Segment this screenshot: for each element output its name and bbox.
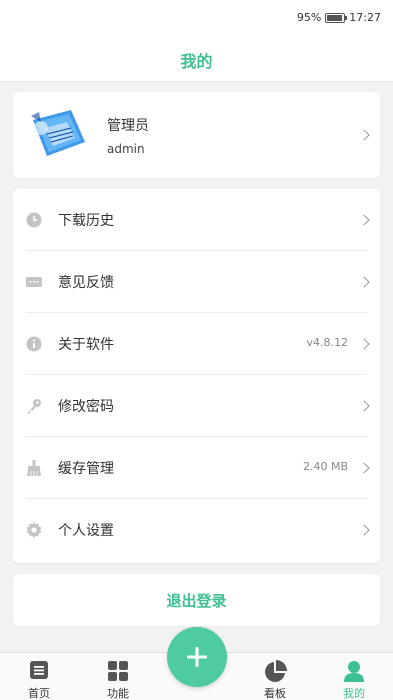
cache-size-value: 2.40 MB: [302, 460, 348, 473]
tab-functions[interactable]: 功能: [88, 657, 148, 700]
menu-item-label: 意见反馈: [58, 275, 114, 291]
tab-label: 首页: [28, 687, 50, 700]
chevron-right-icon: [358, 129, 370, 141]
logout-label: 退出登录: [166, 591, 227, 610]
profile-username: admin: [107, 142, 145, 156]
version-value: v4.8.12: [306, 336, 349, 349]
profile-name: 管理员: [107, 118, 149, 134]
tab-home[interactable]: 首页: [9, 657, 69, 700]
home-icon: [30, 661, 48, 679]
message-icon: [26, 277, 42, 287]
tab-label: 看板: [264, 687, 286, 700]
page-title: 我的: [180, 51, 213, 71]
menu-item-personal-settings[interactable]: 个人设置: [13, 499, 380, 561]
clock-time: 17:27: [349, 11, 381, 24]
user-icon: [344, 661, 364, 682]
profile-card[interactable]: 管理员 admin: [13, 92, 380, 178]
logout-button[interactable]: 退出登录: [13, 574, 380, 626]
menu-item-download-history[interactable]: 下载历史: [13, 189, 380, 251]
grid-icon: [108, 661, 128, 681]
chevron-right-icon: [358, 524, 370, 536]
page-header: 我的: [0, 38, 393, 82]
menu-item-feedback[interactable]: 意见反馈: [13, 251, 380, 313]
settings-menu: 下载历史 意见反馈 关于软件 v4.8.12 修改密码 缓存管理 2.40 MB…: [13, 189, 380, 563]
chevron-right-icon: [358, 276, 370, 288]
info-icon: [26, 336, 42, 352]
gear-icon: [26, 522, 42, 538]
menu-item-label: 缓存管理: [58, 461, 114, 477]
chevron-right-icon: [358, 462, 370, 474]
menu-item-label: 下载历史: [58, 213, 114, 229]
menu-item-change-password[interactable]: 修改密码: [13, 375, 380, 437]
menu-item-label: 关于软件: [58, 337, 114, 353]
tab-dashboard[interactable]: 看板: [245, 657, 305, 700]
broom-icon: [27, 460, 41, 476]
menu-item-label: 个人设置: [58, 523, 114, 539]
status-bar: 95% 17:27: [0, 0, 393, 38]
battery-icon: [325, 12, 348, 23]
battery-percent: 95%: [296, 11, 322, 24]
avatar: [27, 106, 91, 164]
menu-item-label: 修改密码: [58, 399, 114, 415]
tab-label: 我的: [343, 687, 365, 700]
chevron-right-icon: [358, 338, 370, 350]
plus-icon: [187, 647, 207, 667]
key-icon: [27, 399, 41, 414]
clock-icon: [26, 212, 42, 228]
menu-item-about[interactable]: 关于软件 v4.8.12: [13, 313, 380, 375]
tab-mine[interactable]: 我的: [324, 657, 384, 700]
menu-item-cache[interactable]: 缓存管理 2.40 MB: [13, 437, 380, 499]
chevron-right-icon: [358, 214, 370, 226]
pie-chart-icon: [265, 660, 287, 682]
add-button[interactable]: [167, 627, 227, 687]
chevron-right-icon: [358, 400, 370, 412]
tab-label: 功能: [107, 687, 129, 700]
